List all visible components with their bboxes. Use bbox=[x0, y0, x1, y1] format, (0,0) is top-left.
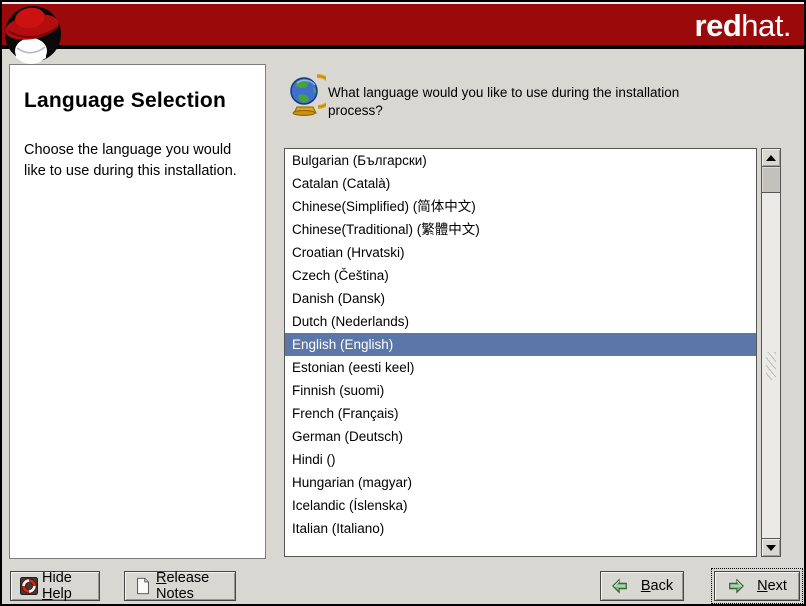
language-list-item[interactable]: Icelandic (Íslenska) bbox=[285, 494, 756, 517]
page-title: Language Selection bbox=[24, 89, 253, 113]
question-text: What language would you like to use duri… bbox=[328, 84, 708, 120]
header-bar: redhat. bbox=[2, 2, 804, 49]
language-list-item[interactable]: Dutch (Nederlands) bbox=[285, 310, 756, 333]
language-listbox: Bulgarian (Български)Catalan (Català)Chi… bbox=[284, 148, 781, 557]
language-list-item[interactable]: German (Deutsch) bbox=[285, 425, 756, 448]
arrow-down-icon bbox=[766, 545, 776, 551]
language-list-item[interactable]: Chinese(Simplified) (简体中文) bbox=[285, 195, 756, 218]
arrow-up-icon bbox=[766, 155, 776, 161]
back-button[interactable]: Back bbox=[600, 571, 684, 601]
language-list-item[interactable]: Chinese(Traditional) (繁體中文) bbox=[285, 218, 756, 241]
scrollbar-track[interactable] bbox=[761, 193, 781, 538]
language-list-item[interactable]: Italian (Italiano) bbox=[285, 517, 756, 540]
language-list-item[interactable]: Czech (Čeština) bbox=[285, 264, 756, 287]
language-list-item[interactable]: English (English) bbox=[285, 333, 756, 356]
scroll-up-button[interactable] bbox=[761, 148, 781, 167]
scroll-down-button[interactable] bbox=[761, 538, 781, 557]
redhat-wordmark: redhat. bbox=[695, 9, 791, 43]
hide-help-button[interactable]: Hide Help bbox=[10, 571, 100, 601]
arrow-left-icon bbox=[611, 577, 629, 595]
arrow-right-icon bbox=[727, 577, 745, 595]
help-text: Choose the language you would like to us… bbox=[24, 140, 253, 181]
language-list[interactable]: Bulgarian (Български)Catalan (Català)Chi… bbox=[284, 148, 757, 557]
scrollbar bbox=[761, 148, 781, 557]
language-list-item[interactable]: Hungarian (magyar) bbox=[285, 471, 756, 494]
language-list-item[interactable]: French (Français) bbox=[285, 402, 756, 425]
next-label: Next bbox=[757, 578, 787, 594]
document-icon bbox=[134, 577, 152, 595]
language-list-item[interactable]: Bulgarian (Български) bbox=[285, 149, 756, 172]
release-notes-label: Release Notes bbox=[156, 570, 226, 602]
wordmark-red: red bbox=[695, 8, 742, 43]
language-list-item[interactable]: Danish (Dansk) bbox=[285, 287, 756, 310]
help-panel: Language Selection Choose the language y… bbox=[9, 64, 266, 559]
language-list-item[interactable]: Catalan (Català) bbox=[285, 172, 756, 195]
installer-window: redhat. Language Selection Choose the la… bbox=[0, 0, 806, 606]
hide-help-label: Hide Help bbox=[42, 570, 90, 602]
scrollbar-thumb[interactable] bbox=[761, 167, 781, 193]
release-notes-button[interactable]: Release Notes bbox=[124, 571, 236, 601]
next-button[interactable]: Next bbox=[714, 571, 800, 601]
language-list-item[interactable]: Finnish (suomi) bbox=[285, 379, 756, 402]
globe-icon bbox=[289, 73, 326, 116]
redhat-shadowman-icon bbox=[4, 3, 64, 65]
life-ring-icon bbox=[20, 577, 38, 595]
language-list-item[interactable]: Croatian (Hrvatski) bbox=[285, 241, 756, 264]
back-label: Back bbox=[641, 578, 673, 594]
language-list-item[interactable]: Estonian (eesti keel) bbox=[285, 356, 756, 379]
language-list-item[interactable]: Hindi () bbox=[285, 448, 756, 471]
wordmark-hat: hat. bbox=[741, 8, 791, 43]
